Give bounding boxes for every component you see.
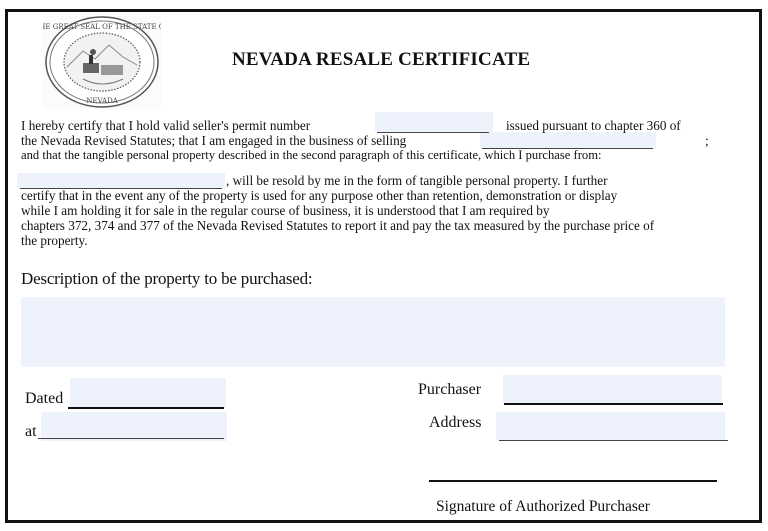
certificate-text-line-2a: the Nevada Revised Statutes; that I am e… xyxy=(21,133,407,148)
purchaser-label: Purchaser xyxy=(418,381,482,398)
svg-text:THE GREAT SEAL OF THE STATE OF: THE GREAT SEAL OF THE STATE OF xyxy=(43,23,161,31)
address-underline xyxy=(499,440,728,441)
at-label: at xyxy=(25,423,37,440)
signature-label: Signature of Authorized Purchaser xyxy=(436,498,650,515)
certificate-text-line-7: chapters 372, 374 and 377 of the Nevada … xyxy=(21,218,655,233)
svg-text:NEVADA: NEVADA xyxy=(86,97,118,105)
description-label: Description of the property to be purcha… xyxy=(21,269,313,288)
certificate-text-line-2b: ; xyxy=(705,133,709,148)
certificate-text-line-6: while I am holding it for sale in the re… xyxy=(21,203,550,218)
permit-number-field[interactable] xyxy=(375,112,493,132)
purchaser-underline xyxy=(504,403,723,405)
at-field[interactable] xyxy=(41,412,227,441)
state-seal-icon: THE GREAT SEAL OF THE STATE OF NEVADA xyxy=(35,15,170,109)
certificate-text-line-4: , will be resold by me in the form of ta… xyxy=(226,173,608,188)
purchaser-field[interactable] xyxy=(503,375,722,403)
dated-underline xyxy=(68,407,224,409)
signature-line[interactable] xyxy=(429,480,717,482)
address-label: Address xyxy=(429,414,482,431)
certificate-text-line-1a: I hereby certify that I hold valid selle… xyxy=(21,118,311,133)
document-title: NEVADA RESALE CERTIFICATE xyxy=(232,49,531,70)
purchase-from-field[interactable] xyxy=(17,173,225,189)
dated-field[interactable] xyxy=(70,378,226,408)
description-field[interactable] xyxy=(21,297,725,367)
business-of-selling-field[interactable] xyxy=(480,132,656,149)
dated-label: Dated xyxy=(25,390,64,407)
at-underline xyxy=(38,438,224,439)
certificate-text-line-5: certify that in the event any of the pro… xyxy=(21,188,618,203)
certificate-text-line-8: the property. xyxy=(21,233,88,248)
certificate-text-line-3: and that the tangible personal property … xyxy=(21,148,602,162)
certificate-text-line-1b: issued pursuant to chapter 360 of xyxy=(506,118,681,133)
address-field[interactable] xyxy=(496,412,725,440)
